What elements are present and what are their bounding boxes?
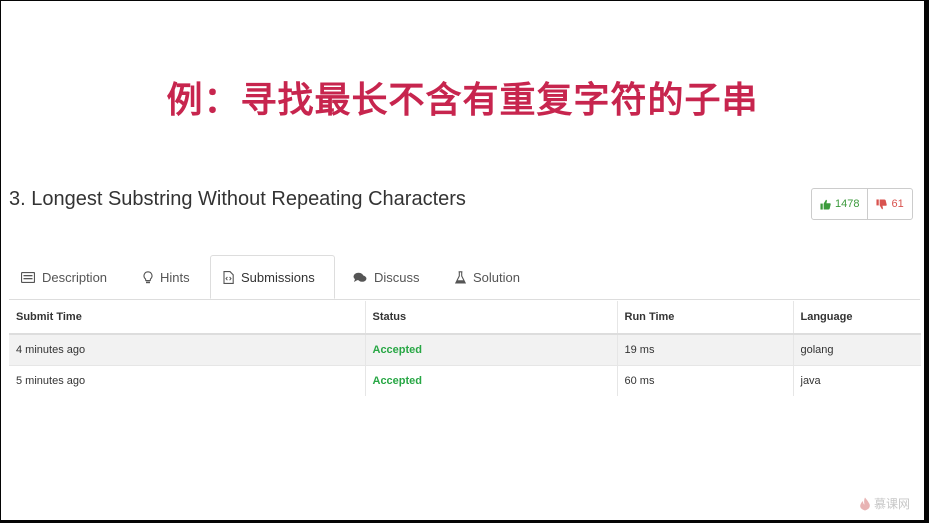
run-time-cell: 19 ms (617, 333, 794, 366)
table-row: 4 minutes ago Accepted 19 ms golang (9, 333, 921, 366)
chat-bubbles-icon (353, 272, 367, 282)
column-header-run-time: Run Time (617, 301, 794, 335)
thumbs-down-icon (876, 198, 888, 209)
column-header-submit-time: Submit Time (9, 301, 366, 335)
like-count: 1478 (835, 198, 860, 210)
tab-discuss-label: Discuss (374, 269, 420, 285)
submissions-table: Submit Time Status Run Time Language 4 m… (9, 301, 921, 396)
like-button[interactable]: 1478 (812, 189, 869, 219)
submit-time-cell: 4 minutes ago (9, 333, 366, 366)
tab-hints-label: Hints (160, 269, 190, 285)
tab-submissions-label: Submissions (241, 269, 315, 285)
language-cell: java (793, 365, 921, 396)
submit-time-cell: 5 minutes ago (9, 365, 366, 396)
run-time-cell: 60 ms (617, 365, 794, 396)
flame-logo-icon (860, 497, 870, 510)
problem-tabs: Description Hints Submissions Discuss So… (9, 255, 920, 300)
watermark-text: 慕课网 (873, 497, 910, 511)
dislike-button[interactable]: 61 (868, 189, 911, 219)
slide-title: 例：寻找最长不含有重复字符的子串 (166, 80, 759, 121)
status-link[interactable]: Accepted (365, 333, 618, 366)
lightbulb-icon (143, 270, 153, 283)
table-row: 5 minutes ago Accepted 60 ms java (9, 365, 921, 396)
language-cell: golang (793, 333, 921, 366)
tab-solution-label: Solution (473, 269, 520, 285)
code-file-icon (223, 270, 234, 284)
thumbs-up-icon (820, 199, 831, 210)
slide: 例：寻找最长不含有重复字符的子串 3. Longest Substring Wi… (1, 1, 924, 520)
tab-discuss[interactable]: Discuss (353, 255, 420, 299)
tab-submissions[interactable]: Submissions (210, 255, 335, 299)
tab-hints[interactable]: Hints (143, 255, 190, 299)
tab-solution[interactable]: Solution (455, 255, 520, 299)
watermark: 慕课网 (859, 495, 910, 512)
tab-description-label: Description (42, 269, 108, 285)
description-icon (21, 271, 35, 283)
flask-icon (455, 270, 466, 284)
column-header-language: Language (793, 301, 921, 335)
problem-title: 3. Longest Substring Without Repeating C… (9, 188, 466, 210)
table-header-row: Submit Time Status Run Time Language (9, 301, 921, 335)
vote-group: 1478 61 (811, 188, 913, 220)
status-link[interactable]: Accepted (365, 365, 618, 396)
tab-description[interactable]: Description (21, 255, 107, 299)
column-header-status: Status (365, 301, 618, 335)
dislike-count: 61 (891, 198, 904, 210)
